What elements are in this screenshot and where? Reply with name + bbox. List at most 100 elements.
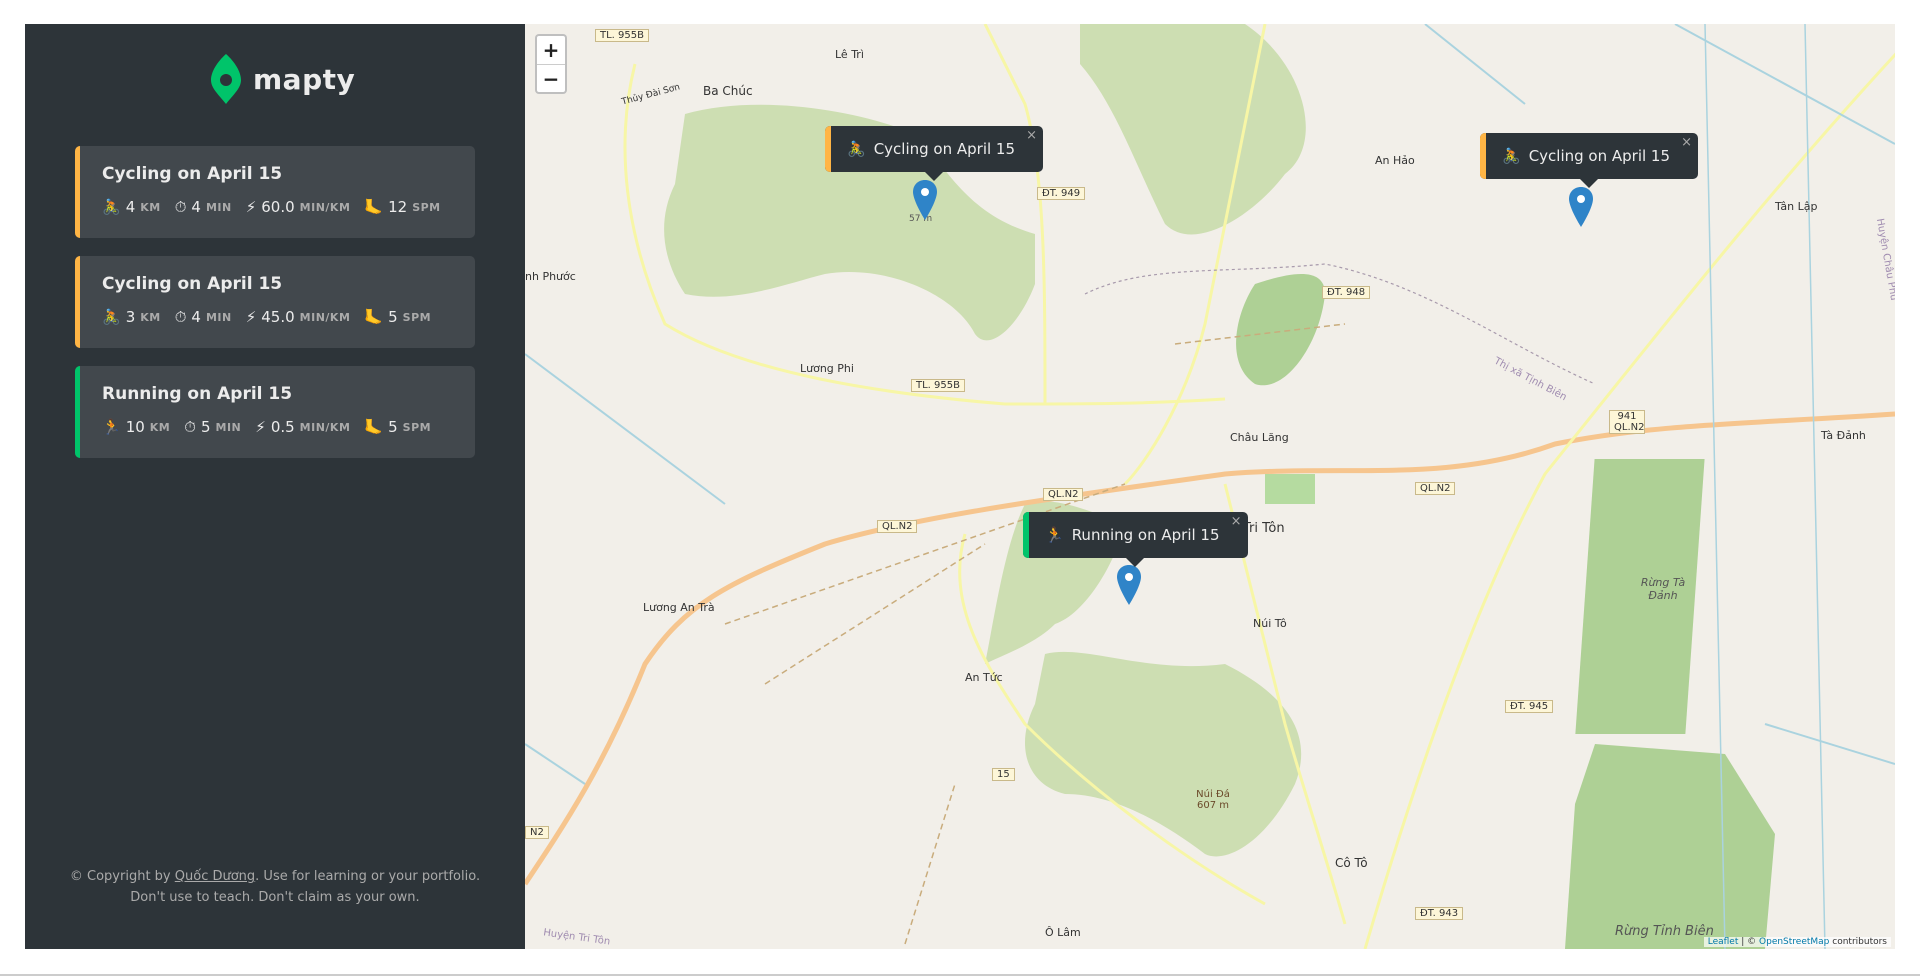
- distance-detail: 🏃 10 KM: [102, 418, 170, 436]
- foot-icon: 🦶: [364, 308, 384, 326]
- zoom-in-button[interactable]: +: [537, 36, 565, 64]
- road-label: ĐT. 945: [1505, 700, 1554, 713]
- pace-unit: MIN/KM: [299, 200, 351, 214]
- forest-label: Rừng Tỉnh Biên: [1615, 924, 1714, 939]
- place-label: An Tức: [965, 671, 1003, 684]
- forest-label: Rừng Tà Đảnh: [1640, 576, 1686, 602]
- duration-detail: ⏱ 5 MIN: [184, 418, 241, 436]
- foot-icon: 🦶: [364, 198, 384, 216]
- map-marker-icon[interactable]: [1117, 565, 1141, 605]
- leaflet-link[interactable]: Leaflet: [1708, 937, 1739, 947]
- place-label: Tà Đảnh: [1821, 429, 1866, 442]
- pace-detail: ⚡ 60.0 MIN/KM: [246, 198, 351, 216]
- workout-item-cycling[interactable]: Cycling on April 15 🚴 3 KM ⏱ 4 MIN ⚡ 45.0 MIN/…: [75, 256, 475, 348]
- workout-title: Cycling on April 15: [102, 164, 283, 184]
- cadence-unit: SPM: [402, 310, 432, 324]
- close-icon[interactable]: ×: [1681, 135, 1692, 150]
- workout-item-cycling[interactable]: Cycling on April 15 🚴 4 KM ⏱ 4 MIN ⚡ 60.0 MIN/…: [75, 146, 475, 238]
- map-marker-icon[interactable]: [1569, 187, 1593, 227]
- copyright-line2: Don't use to teach. Don't claim as your …: [130, 890, 420, 905]
- place-label: Lương An Trà: [643, 601, 715, 614]
- stopwatch-icon: ⏱: [174, 308, 187, 326]
- bicycle-icon: 🚴: [1502, 147, 1521, 165]
- close-icon[interactable]: ×: [1026, 128, 1037, 143]
- workout-item-running[interactable]: Running on April 15 🏃 10 KM ⏱ 5 MIN ⚡ 0.5 MIN/…: [75, 366, 475, 458]
- lightning-icon: ⚡: [245, 198, 257, 216]
- copyright-prefix: © Copyright by: [69, 869, 175, 884]
- bicycle-icon: 🚴: [102, 198, 121, 216]
- logo: mapty: [211, 54, 355, 104]
- lightning-icon: ⚡: [245, 308, 257, 326]
- distance-detail: 🚴 4 KM: [102, 198, 161, 216]
- close-icon[interactable]: ×: [1231, 514, 1242, 529]
- zoom-out-button[interactable]: −: [537, 64, 565, 92]
- road-label: ĐT. 948: [1322, 286, 1371, 299]
- copyright-line1: . Use for learning or your portfolio.: [255, 869, 481, 884]
- pace-unit: MIN/KM: [299, 420, 351, 434]
- road-label: N2: [525, 826, 549, 839]
- workout-popup[interactable]: 🏃 Running on April 15 ×: [1023, 512, 1248, 567]
- duration-unit: MIN: [205, 310, 232, 324]
- attribution-suffix: contributors: [1829, 937, 1887, 947]
- distance-value: 10: [125, 418, 145, 436]
- zoom-control: + −: [535, 34, 567, 94]
- cadence-unit: SPM: [412, 200, 441, 214]
- foot-icon: 🦶: [364, 418, 384, 436]
- map[interactable]: + − Lê Trì Ba Chúc An Hảo Tân Lập Lương …: [525, 24, 1895, 949]
- pace-detail: ⚡ 0.5 MIN/KM: [255, 418, 350, 436]
- place-label: Lương Phi: [800, 362, 854, 375]
- road-label: 15: [992, 768, 1015, 781]
- sidebar: mapty Cycling on April 15 🚴 4 KM ⏱ 4 MIN ⚡ 60…: [25, 24, 525, 949]
- distance-unit: KM: [149, 420, 171, 434]
- duration-unit: MIN: [215, 420, 242, 434]
- stopwatch-icon: ⏱: [174, 198, 187, 216]
- place-label: An Hảo: [1375, 154, 1415, 167]
- place-label: Tân Lập: [1775, 200, 1818, 213]
- duration-detail: ⏱ 4 MIN: [175, 308, 232, 326]
- map-pin-logo-icon: [211, 54, 241, 104]
- place-label: nh Phước: [525, 270, 576, 283]
- road-label: ĐT. 943: [1415, 907, 1464, 920]
- duration-value: 5: [200, 418, 211, 436]
- workout-popup[interactable]: 🚴 Cycling on April 15 ×: [1480, 133, 1699, 188]
- road-label: TL. 955B: [911, 379, 965, 392]
- popup-text: Running on April 15: [1071, 526, 1220, 544]
- osm-link[interactable]: OpenStreetMap: [1759, 937, 1829, 947]
- map-attribution: Leaflet | © OpenStreetMap contributors: [1703, 937, 1891, 947]
- place-label: Tri Tôn: [1243, 521, 1285, 536]
- workout-popup[interactable]: 🚴 Cycling on April 15 ×: [825, 126, 1044, 181]
- distance-detail: 🚴 3 KM: [102, 308, 161, 326]
- place-label: Ô Lâm: [1045, 926, 1081, 939]
- app: mapty Cycling on April 15 🚴 4 KM ⏱ 4 MIN ⚡ 60…: [25, 24, 1895, 949]
- cadence-value: 12: [388, 198, 408, 216]
- distance-unit: KM: [140, 310, 161, 324]
- map-marker-icon[interactable]: [913, 180, 937, 220]
- duration-detail: ⏱ 4 MIN: [175, 198, 232, 216]
- peak-label: Núi Đá 607 m: [1196, 789, 1230, 811]
- duration-value: 4: [191, 198, 201, 216]
- copyright: © Copyright by Quốc Dương. Use for learn…: [25, 866, 525, 908]
- place-label: Núi Tô: [1253, 617, 1287, 630]
- duration-value: 4: [191, 308, 201, 326]
- place-label: Ba Chúc: [703, 84, 753, 98]
- place-label: Lê Trì: [835, 48, 864, 61]
- road-label: TL. 955B: [595, 29, 649, 42]
- stopwatch-icon: ⏱: [184, 418, 196, 436]
- logo-text: mapty: [253, 62, 356, 96]
- pace-value: 0.5: [270, 418, 295, 436]
- road-label: ĐT. 949: [1037, 187, 1086, 200]
- road-label: 941 QL.N2: [1609, 410, 1645, 434]
- runner-icon: 🏃: [1045, 526, 1064, 544]
- workout-title: Cycling on April 15: [102, 274, 283, 294]
- pace-value: 45.0: [261, 308, 295, 326]
- workout-list: Cycling on April 15 🚴 4 KM ⏱ 4 MIN ⚡ 60.0 MIN/…: [75, 146, 475, 476]
- distance-unit: KM: [140, 200, 161, 214]
- workout-details: 🚴 4 KM ⏱ 4 MIN ⚡ 60.0 MIN/KM 🦶 12 SPM: [102, 198, 453, 216]
- cadence-detail: 🦶 12 SPM: [364, 198, 440, 216]
- lightning-icon: ⚡: [255, 418, 266, 436]
- cadence-detail: 🦶 5 SPM: [364, 418, 431, 436]
- pace-unit: MIN/KM: [299, 310, 351, 324]
- road-label: QL.N2: [1043, 488, 1084, 501]
- cadence-value: 5: [388, 418, 398, 436]
- author-link[interactable]: Quốc Dương: [175, 869, 255, 884]
